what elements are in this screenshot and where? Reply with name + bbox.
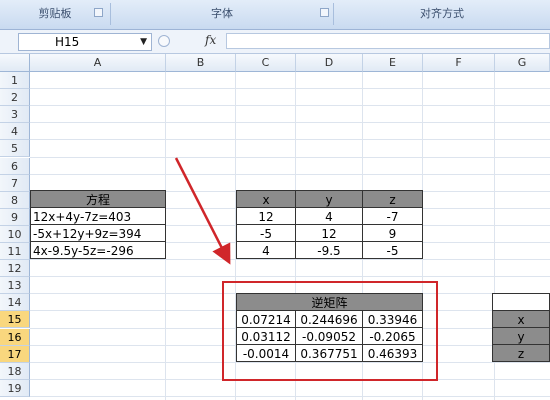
equations-header[interactable]: 方程: [30, 190, 166, 208]
gridline: [30, 88, 550, 90]
coef-cell[interactable]: 4: [236, 241, 296, 259]
coef-cell[interactable]: -7: [362, 207, 423, 225]
equation-cell[interactable]: 4x-9.5y-5z=-296: [30, 241, 166, 259]
row-header[interactable]: 3: [0, 106, 30, 124]
gridline: [30, 122, 550, 124]
result-label-x[interactable]: x: [492, 310, 550, 328]
column-header-f[interactable]: F: [423, 54, 495, 72]
font-launcher-icon[interactable]: [320, 8, 329, 17]
coef-cell[interactable]: 12: [236, 207, 296, 225]
result-label-z[interactable]: z: [492, 344, 550, 362]
row-header[interactable]: 12: [0, 260, 30, 278]
row-header[interactable]: 17: [0, 345, 30, 363]
formula-bar: H15 ▼ fx: [0, 30, 550, 54]
coef-cell[interactable]: -5: [362, 241, 423, 259]
gridline: [30, 173, 550, 175]
annotation-highlight-box: [222, 281, 438, 381]
row-header[interactable]: 1: [0, 72, 30, 90]
row-header[interactable]: 8: [0, 191, 30, 209]
row-header[interactable]: 5: [0, 140, 30, 158]
column-header-d[interactable]: D: [296, 54, 363, 72]
clipboard-launcher-icon[interactable]: [94, 8, 103, 17]
gridline: [30, 156, 550, 158]
row-header[interactable]: 4: [0, 123, 30, 141]
coef-cell[interactable]: -5: [236, 224, 296, 242]
gridline: [30, 105, 550, 107]
row-header[interactable]: 11: [0, 243, 30, 261]
coef-header-y[interactable]: y: [295, 190, 363, 208]
row-header[interactable]: 14: [0, 294, 30, 312]
column-header-b[interactable]: B: [166, 54, 236, 72]
row-header[interactable]: 7: [0, 174, 30, 192]
coef-header-x[interactable]: x: [236, 190, 296, 208]
formula-input[interactable]: [226, 33, 550, 49]
function-icon[interactable]: fx: [205, 33, 216, 47]
ribbon-group-font[interactable]: 字体: [111, 4, 333, 24]
coef-cell[interactable]: 4: [295, 207, 363, 225]
column-header-e[interactable]: E: [363, 54, 423, 72]
row-header[interactable]: 6: [0, 157, 30, 175]
select-all-corner[interactable]: [0, 54, 30, 72]
coef-cell[interactable]: 9: [362, 224, 423, 242]
column-header-c[interactable]: C: [236, 54, 296, 72]
coef-cell[interactable]: 12: [295, 224, 363, 242]
gridline: [30, 276, 550, 278]
coef-header-z[interactable]: z: [362, 190, 423, 208]
row-header[interactable]: 2: [0, 89, 30, 107]
row-header[interactable]: 9: [0, 208, 30, 226]
gridline: [30, 259, 550, 261]
name-box[interactable]: H15 ▼: [18, 33, 152, 51]
formula-bar-handle-icon[interactable]: [158, 35, 170, 47]
row-header[interactable]: 13: [0, 277, 30, 295]
ribbon-group-bar: 剪贴板 字体 对齐方式: [0, 0, 550, 30]
equation-cell[interactable]: 12x+4y-7z=403: [30, 207, 166, 225]
row-header[interactable]: 19: [0, 379, 30, 397]
chevron-down-icon[interactable]: ▼: [140, 34, 147, 50]
row-header[interactable]: 10: [0, 225, 30, 243]
name-box-value: H15: [55, 35, 80, 49]
gridline: [30, 139, 550, 141]
column-header-g[interactable]: G: [495, 54, 550, 72]
column-header-a[interactable]: A: [30, 54, 166, 72]
ribbon-group-alignment[interactable]: 对齐方式: [334, 4, 550, 24]
row-header[interactable]: 16: [0, 328, 30, 346]
results-header-cell[interactable]: [492, 293, 550, 311]
row-header[interactable]: 15: [0, 311, 30, 329]
result-label-y[interactable]: y: [492, 327, 550, 345]
equation-cell[interactable]: -5x+12y+9z=394: [30, 224, 166, 242]
gridline: [30, 395, 550, 397]
row-header[interactable]: 18: [0, 362, 30, 380]
coef-cell[interactable]: -9.5: [295, 241, 363, 259]
